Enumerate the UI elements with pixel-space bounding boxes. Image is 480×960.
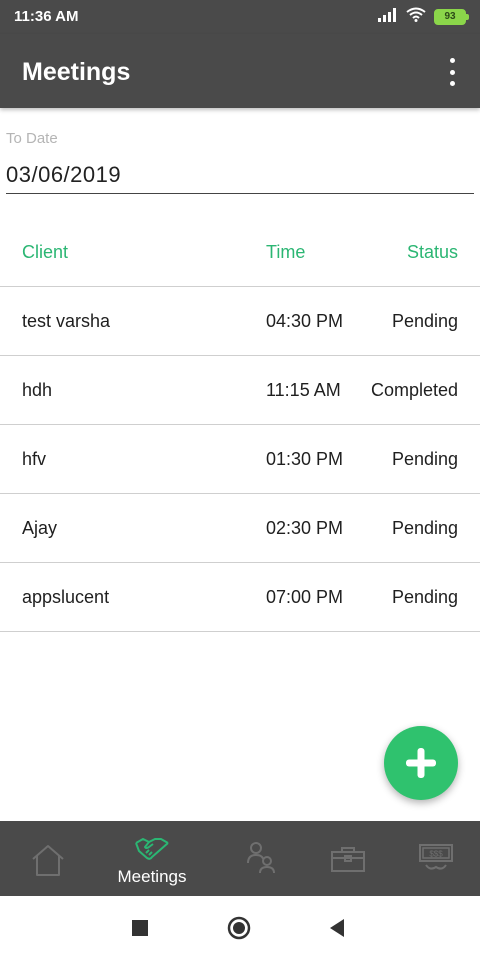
row-time: 04:30 PM (266, 311, 344, 331)
table-row[interactable]: hdh 11:15 AM Completed (0, 356, 480, 425)
to-date-field[interactable]: To Date 03/06/2019 (6, 128, 474, 194)
contacts-icon (247, 842, 275, 874)
row-client: hdh (22, 380, 53, 400)
add-meeting-button[interactable] (384, 726, 458, 800)
table-header: Client Time Status (0, 218, 480, 287)
row-time: 11:15 AM (266, 380, 341, 400)
briefcase-icon (331, 847, 365, 872)
to-date-value[interactable]: 03/06/2019 (6, 162, 121, 188)
svg-text:$$$: $$$ (429, 850, 443, 859)
status-icons: 93 (378, 7, 469, 27)
home-button-icon[interactable] (227, 916, 251, 940)
row-time: 01:30 PM (266, 449, 344, 469)
status-time: 11:36 AM (14, 8, 79, 25)
nav-item-briefcase[interactable] (300, 821, 396, 896)
row-time: 02:30 PM (266, 518, 344, 538)
bottom-nav: Meetings $$$ (0, 821, 480, 896)
row-status: Completed (370, 380, 458, 400)
row-status: Pending (391, 311, 458, 331)
table-row[interactable]: test varsha 04:30 PM Pending (0, 287, 480, 356)
to-date-label: To Date (6, 130, 58, 147)
header-time: Time (266, 242, 306, 262)
row-client: hfv (22, 449, 47, 469)
row-client: Ajay (22, 518, 58, 538)
table-row[interactable]: appslucent 07:00 PM Pending (0, 563, 480, 632)
row-status: Pending (391, 587, 458, 607)
battery-indicator: 93 (434, 9, 469, 25)
nav-label-meetings: Meetings (117, 867, 187, 886)
row-client: appslucent (22, 587, 110, 607)
table-row[interactable]: hfv 01:30 PM Pending (0, 425, 480, 494)
page-title: Meetings (22, 58, 131, 86)
plus-icon (406, 748, 436, 778)
nav-item-contacts[interactable] (212, 821, 308, 896)
nav-item-home[interactable] (0, 821, 96, 896)
header-status: Status (406, 242, 458, 262)
money-icon: $$$ (419, 844, 453, 870)
signal-icon (378, 7, 398, 27)
back-icon[interactable] (328, 918, 346, 938)
wifi-icon (406, 7, 426, 27)
system-nav-bar (0, 896, 480, 960)
app-bar: Meetings (0, 34, 480, 108)
nav-item-payments[interactable]: $$$ (388, 821, 480, 896)
row-time: 07:00 PM (266, 587, 344, 607)
status-bar: 11:36 AM 93 (0, 0, 480, 34)
meetings-table: Client Time Status test varsha 04:30 PM … (0, 218, 480, 632)
more-vert-icon[interactable] (444, 58, 460, 86)
row-status: Pending (391, 449, 458, 469)
header-client: Client (22, 242, 69, 262)
nav-item-meetings[interactable]: Meetings (104, 821, 200, 896)
home-icon (32, 845, 64, 876)
row-client: test varsha (22, 311, 111, 331)
row-status: Pending (391, 518, 458, 538)
table-row[interactable]: Ajay 02:30 PM Pending (0, 494, 480, 563)
handshake-icon (135, 838, 169, 860)
recent-apps-icon[interactable] (132, 920, 148, 936)
